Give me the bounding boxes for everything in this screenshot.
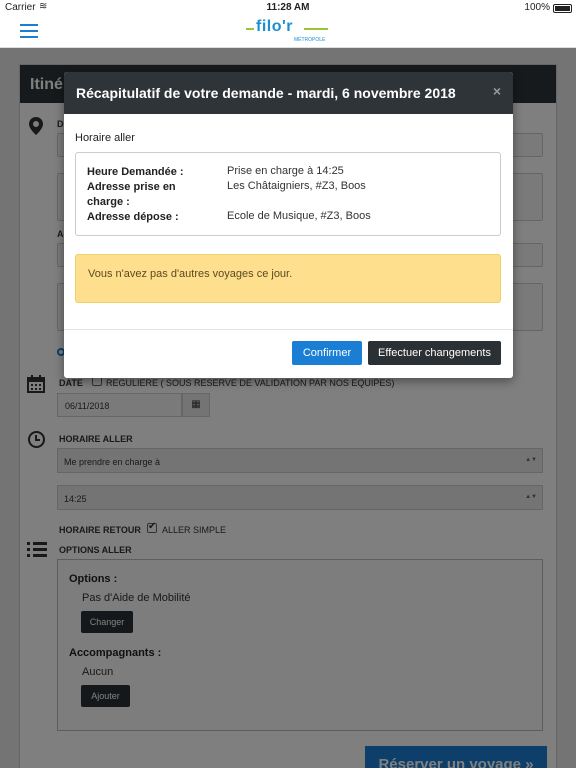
filor-logo: filo'r MÉTROPOLE <box>246 18 332 46</box>
top-navbar: filo'r MÉTROPOLE <box>0 16 576 48</box>
modal-footer-divider <box>64 329 513 330</box>
modal-header: Récapitulatif de votre demande - mardi, … <box>64 72 513 114</box>
section-title: Horaire aller <box>75 132 135 144</box>
menu-icon[interactable] <box>20 24 38 38</box>
make-changes-button[interactable]: Effectuer changements <box>368 341 501 365</box>
modal-title: Récapitulatif de votre demande - mardi, … <box>76 85 456 101</box>
logo-text: filo'r <box>256 18 294 35</box>
summary-label-pickup: Adresse prise en charge : <box>87 181 176 208</box>
summary-value-pickup: Les Châtaigniers, #Z3, Boos <box>227 180 366 192</box>
summary-label-dropoff: Adresse dépose : <box>87 211 179 223</box>
close-icon[interactable]: × <box>493 83 501 99</box>
summary-label-time: Heure Demandée : <box>87 166 184 178</box>
battery-percent: 100% <box>524 2 550 13</box>
no-other-trips-alert: Vous n'avez pas d'autres voyages ce jour… <box>75 254 501 303</box>
status-time: 11:28 AM <box>266 2 310 13</box>
summary-value-dropoff: Ecole de Musique, #Z3, Boos <box>227 210 371 222</box>
confirm-button[interactable]: Confirmer <box>292 341 362 365</box>
battery-icon <box>553 4 572 13</box>
summary-value-time: Prise en charge à 14:25 <box>227 165 344 177</box>
summary-box: Heure Demandée : Prise en charge à 14:25… <box>75 152 501 236</box>
logo-subtitle: MÉTROPOLE <box>294 37 326 43</box>
summary-modal: Récapitulatif de votre demande - mardi, … <box>64 72 513 378</box>
status-bar: Carrier ≋ 11:28 AM 100% <box>0 0 576 16</box>
